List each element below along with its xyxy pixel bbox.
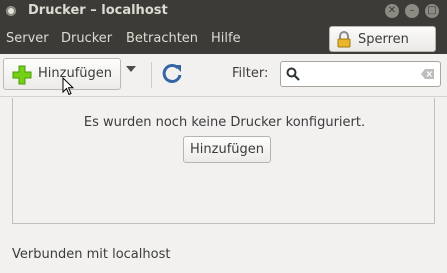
chevron-down-icon[interactable] [126, 66, 136, 72]
add-printer-label: Hinzufügen [38, 66, 112, 81]
search-icon [286, 67, 300, 81]
add-printer-inline-button[interactable]: Hinzufügen [183, 136, 271, 163]
maximize-icon[interactable]: □ [425, 4, 439, 18]
mouse-cursor-icon [62, 77, 74, 96]
close-icon[interactable]: ✕ [385, 4, 399, 18]
menu-drucker[interactable]: Drucker [61, 31, 112, 46]
menu-server[interactable]: Server [6, 31, 49, 46]
window-title: Drucker – localhost [28, 3, 168, 18]
empty-message: Es wurden noch keine Drucker konfigurier… [83, 115, 366, 130]
clear-icon[interactable] [421, 69, 435, 79]
filter-field[interactable] [280, 61, 441, 87]
status-text: Verbunden mit localhost [12, 247, 171, 262]
filter-input[interactable] [303, 64, 415, 84]
lock-button[interactable]: Sperren [329, 26, 436, 52]
menu-betrachten[interactable]: Betrachten [126, 31, 198, 46]
lock-button-label: Sperren [358, 32, 409, 47]
menu-hilfe[interactable]: Hilfe [211, 31, 241, 46]
menu-bar: Server Drucker Betrachten Hilfe Sperren [0, 24, 447, 54]
lock-icon [337, 31, 351, 48]
filter-label: Filter: [232, 66, 269, 81]
refresh-icon[interactable] [160, 62, 184, 86]
app-icon [6, 6, 16, 16]
printer-list-area: Es wurden noch keine Drucker konfigurier… [12, 98, 435, 224]
title-bar: Drucker – localhost ✕ – □ [0, 0, 447, 24]
plus-icon [12, 65, 32, 85]
minimize-icon[interactable]: – [405, 4, 419, 18]
toolbar-separator [151, 62, 152, 88]
